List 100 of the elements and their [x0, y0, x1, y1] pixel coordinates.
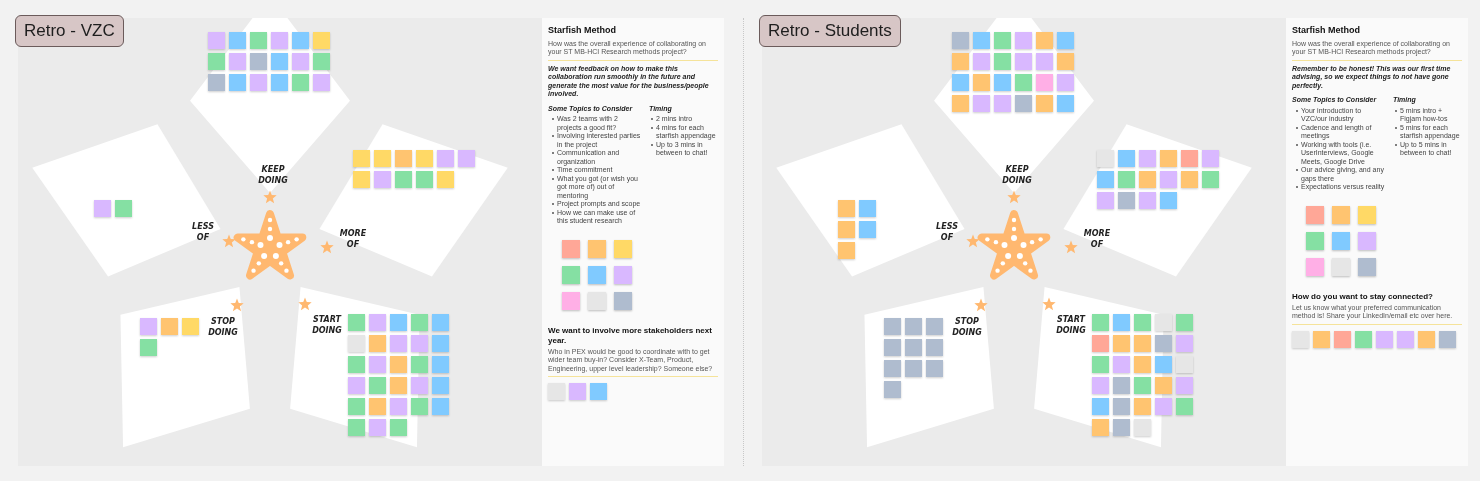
- sticky-note[interactable]: [390, 356, 407, 373]
- sticky-note[interactable]: [208, 53, 225, 70]
- sticky-note[interactable]: [952, 53, 969, 70]
- sticky-note[interactable]: [588, 291, 606, 310]
- sticky-note[interactable]: [1134, 419, 1151, 436]
- sticky-note[interactable]: [1139, 150, 1156, 167]
- sticky-note[interactable]: [1176, 377, 1193, 394]
- sticky-note[interactable]: [1313, 330, 1330, 348]
- sticky-note[interactable]: [1334, 330, 1351, 348]
- sticky-note[interactable]: [952, 32, 969, 49]
- sticky-note[interactable]: [1015, 53, 1032, 70]
- sticky-note[interactable]: [905, 339, 922, 356]
- sticky-note[interactable]: [859, 221, 876, 238]
- sticky-note[interactable]: [1036, 32, 1053, 49]
- sticky-note[interactable]: [1160, 171, 1177, 188]
- sticky-note[interactable]: [432, 356, 449, 373]
- sticky-note[interactable]: [926, 318, 943, 335]
- sticky-note[interactable]: [588, 265, 606, 284]
- sticky-note[interactable]: [271, 53, 288, 70]
- sticky-note[interactable]: [182, 318, 199, 335]
- sticky-note[interactable]: [140, 318, 157, 335]
- sticky-note[interactable]: [292, 74, 309, 91]
- sticky-note[interactable]: [411, 377, 428, 394]
- sticky-note[interactable]: [348, 314, 365, 331]
- sticky-note[interactable]: [1202, 150, 1219, 167]
- sticky-note[interactable]: [1306, 257, 1324, 276]
- sticky-note[interactable]: [348, 377, 365, 394]
- sticky-note[interactable]: [1134, 398, 1151, 415]
- sticky-note[interactable]: [1176, 314, 1193, 331]
- sticky-note[interactable]: [1113, 314, 1130, 331]
- sticky-note[interactable]: [390, 419, 407, 436]
- sticky-note[interactable]: [1155, 356, 1172, 373]
- sticky-note[interactable]: [432, 335, 449, 352]
- sticky-note[interactable]: [271, 74, 288, 91]
- sticky-note[interactable]: [973, 53, 990, 70]
- sticky-note[interactable]: [1036, 74, 1053, 91]
- sticky-note[interactable]: [1092, 335, 1109, 352]
- sticky-note[interactable]: [1057, 32, 1074, 49]
- sticky-note[interactable]: [952, 95, 969, 112]
- sticky-note[interactable]: [588, 239, 606, 258]
- sticky-note[interactable]: [1134, 356, 1151, 373]
- sticky-note[interactable]: [1118, 171, 1135, 188]
- sticky-note[interactable]: [1113, 419, 1130, 436]
- sticky-note[interactable]: [1332, 257, 1350, 276]
- sticky-note[interactable]: [390, 377, 407, 394]
- sticky-note[interactable]: [208, 74, 225, 91]
- sticky-note[interactable]: [208, 32, 225, 49]
- sticky-note[interactable]: [1118, 192, 1135, 209]
- sticky-note[interactable]: [432, 398, 449, 415]
- sticky-note[interactable]: [1092, 314, 1109, 331]
- sticky-note[interactable]: [859, 200, 876, 217]
- sticky-note[interactable]: [292, 32, 309, 49]
- sticky-note[interactable]: [250, 74, 267, 91]
- sticky-note[interactable]: [1358, 231, 1376, 250]
- sticky-note[interactable]: [1139, 192, 1156, 209]
- sticky-note[interactable]: [390, 335, 407, 352]
- sticky-note[interactable]: [374, 150, 391, 167]
- sticky-note[interactable]: [1332, 205, 1350, 224]
- sticky-note[interactable]: [395, 171, 412, 188]
- sticky-note[interactable]: [1439, 330, 1456, 348]
- sticky-note[interactable]: [1057, 95, 1074, 112]
- sticky-note[interactable]: [1358, 257, 1376, 276]
- sticky-note[interactable]: [313, 74, 330, 91]
- sticky-note[interactable]: [884, 339, 901, 356]
- sticky-note[interactable]: [353, 171, 370, 188]
- sticky-note[interactable]: [1057, 53, 1074, 70]
- sticky-note[interactable]: [1118, 150, 1135, 167]
- sticky-note[interactable]: [369, 398, 386, 415]
- sticky-note[interactable]: [348, 419, 365, 436]
- sticky-note[interactable]: [994, 32, 1011, 49]
- sticky-note[interactable]: [926, 339, 943, 356]
- sticky-note[interactable]: [1113, 356, 1130, 373]
- sticky-note[interactable]: [1092, 356, 1109, 373]
- sticky-note[interactable]: [838, 221, 855, 238]
- sticky-note[interactable]: [884, 381, 901, 398]
- sticky-note[interactable]: [353, 150, 370, 167]
- sticky-note[interactable]: [432, 314, 449, 331]
- sticky-note[interactable]: [562, 291, 580, 310]
- sticky-note[interactable]: [1134, 314, 1151, 331]
- sticky-note[interactable]: [1113, 398, 1130, 415]
- sticky-note[interactable]: [1176, 398, 1193, 415]
- sticky-note[interactable]: [229, 53, 246, 70]
- sticky-note[interactable]: [369, 377, 386, 394]
- sticky-note[interactable]: [952, 74, 969, 91]
- sticky-note[interactable]: [411, 335, 428, 352]
- sticky-note[interactable]: [395, 150, 412, 167]
- sticky-note[interactable]: [548, 383, 565, 400]
- sticky-note[interactable]: [292, 53, 309, 70]
- sticky-note[interactable]: [1376, 330, 1393, 348]
- sticky-note[interactable]: [994, 95, 1011, 112]
- sticky-note[interactable]: [313, 32, 330, 49]
- sticky-note[interactable]: [1036, 53, 1053, 70]
- sticky-note[interactable]: [569, 383, 586, 400]
- sticky-note[interactable]: [614, 291, 632, 310]
- sticky-note[interactable]: [348, 356, 365, 373]
- sticky-note[interactable]: [140, 339, 157, 356]
- sticky-note[interactable]: [1202, 171, 1219, 188]
- sticky-note[interactable]: [838, 200, 855, 217]
- sticky-note[interactable]: [1155, 398, 1172, 415]
- sticky-note[interactable]: [1097, 192, 1114, 209]
